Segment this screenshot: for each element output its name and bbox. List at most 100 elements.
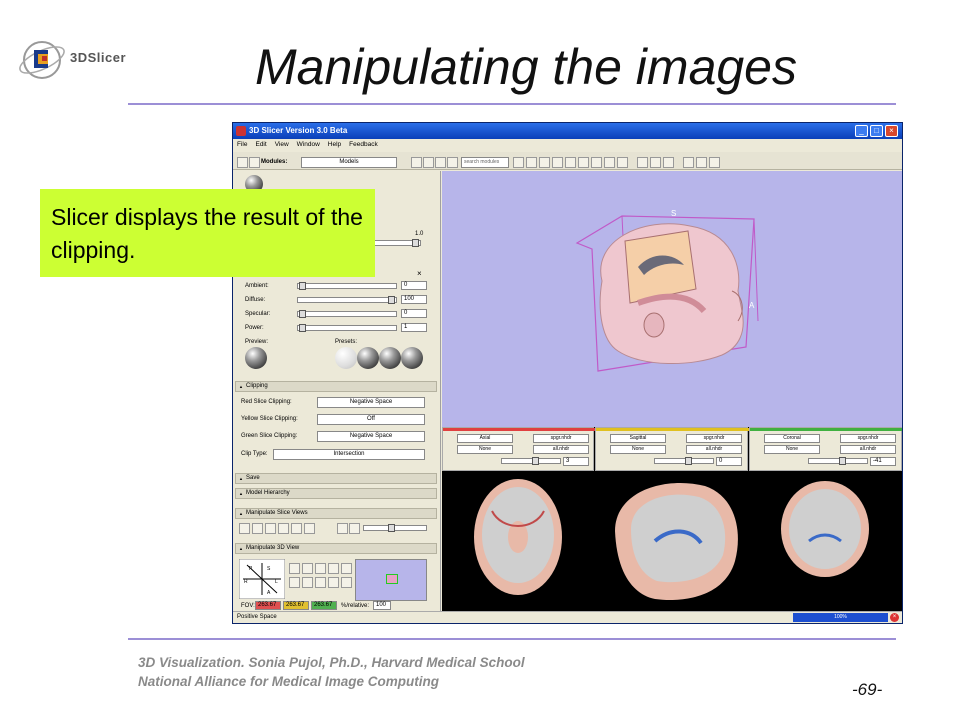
forward-arrow-icon[interactable] xyxy=(423,157,434,168)
save-section-header[interactable]: Save xyxy=(235,473,437,484)
coronal-offset-slider[interactable] xyxy=(808,457,868,465)
3d-tool-icon-6[interactable] xyxy=(289,577,300,588)
model-hierarchy-section-header[interactable]: Model Hierarchy xyxy=(235,488,437,499)
preset-sphere-3[interactable] xyxy=(379,347,401,369)
power-slider[interactable] xyxy=(297,324,397,332)
3d-tool-icon-9[interactable] xyxy=(328,577,339,588)
preset-sphere-2[interactable] xyxy=(357,347,379,369)
slice-view-tool-icon-1[interactable] xyxy=(239,523,250,534)
preset-sphere-4[interactable] xyxy=(401,347,423,369)
coronal-orientation-select[interactable]: Coronal xyxy=(764,434,820,443)
fov-value-1[interactable]: 263.67 xyxy=(255,601,281,610)
sagittal-offset-value[interactable]: 0 xyxy=(716,457,742,466)
view-orientation-widget-icon[interactable]: P S R L A xyxy=(239,559,285,599)
modules-select[interactable]: Models xyxy=(301,157,397,168)
menu-file[interactable]: File xyxy=(237,141,247,151)
search-icon[interactable] xyxy=(513,157,524,168)
home-icon[interactable] xyxy=(237,157,248,168)
specular-slider-knob[interactable] xyxy=(299,310,306,318)
menu-help[interactable]: Help xyxy=(328,141,341,151)
manipulate-3d-view-header[interactable]: Manipulate 3D View xyxy=(235,543,437,554)
3d-tool-icon-1[interactable] xyxy=(289,563,300,574)
stop-icon[interactable]: × xyxy=(890,613,899,622)
menu-window[interactable]: Window xyxy=(297,141,320,151)
menu-edit[interactable]: Edit xyxy=(255,141,266,151)
axial-offset-value[interactable]: 3 xyxy=(563,457,589,466)
axial-orientation-select[interactable]: Axial xyxy=(457,434,513,443)
ambient-slider-knob[interactable] xyxy=(299,282,306,290)
refresh-icon[interactable] xyxy=(447,157,458,168)
specular-slider[interactable] xyxy=(297,310,397,318)
power-value[interactable]: 1 xyxy=(401,323,427,332)
mouse-mode-icon[interactable] xyxy=(683,157,694,168)
measure-icon[interactable] xyxy=(617,157,628,168)
relative-value[interactable]: 100 xyxy=(373,601,391,610)
diffuse-slider-knob[interactable] xyxy=(388,296,395,304)
maximize-button[interactable]: □ xyxy=(870,125,883,137)
specular-value[interactable]: 0 xyxy=(401,309,427,318)
sagittal-label-none-select[interactable]: None xyxy=(610,445,666,454)
coronal-volume-select[interactable]: spgr.nhdr xyxy=(840,434,896,443)
slice-link-icon[interactable] xyxy=(337,523,348,534)
slice-view-tool-icon-5[interactable] xyxy=(291,523,302,534)
back-arrow-icon[interactable] xyxy=(411,157,422,168)
axial-offset-slider[interactable] xyxy=(501,457,561,465)
axial-volume-select[interactable]: spgr.nhdr xyxy=(533,434,589,443)
colors-icon[interactable] xyxy=(591,157,602,168)
layout-icon[interactable] xyxy=(637,157,648,168)
search-modules-input[interactable]: search modules xyxy=(461,157,509,168)
slice-view-tool-icon-3[interactable] xyxy=(265,523,276,534)
coronal-label-none-select[interactable]: None xyxy=(764,445,820,454)
slice-fit-icon[interactable] xyxy=(349,523,360,534)
slice-view-tool-icon-6[interactable] xyxy=(304,523,315,534)
coronal-offset-value[interactable]: -41 xyxy=(870,457,896,466)
close-button[interactable]: × xyxy=(885,125,898,137)
opacity-slider-knob[interactable] xyxy=(412,239,419,247)
sagittal-orientation-select[interactable]: Sagittal xyxy=(610,434,666,443)
slice-view-tool-icon-4[interactable] xyxy=(278,523,289,534)
3d-view-thumbnail[interactable] xyxy=(355,559,427,601)
3d-tool-icon-3[interactable] xyxy=(315,563,326,574)
sagittal-offset-slider[interactable] xyxy=(654,457,714,465)
coronal-label-volume-select[interactable]: all.nhdr xyxy=(840,445,896,454)
clip-type-select[interactable]: Intersection xyxy=(273,449,425,460)
green-clipping-select[interactable]: Negative Space xyxy=(317,431,425,442)
axial-offset-knob[interactable] xyxy=(532,457,539,465)
3d-tool-icon-5[interactable] xyxy=(341,563,352,574)
ambient-value[interactable]: 0 xyxy=(401,281,427,290)
fiducials-icon[interactable] xyxy=(552,157,563,168)
manipulate-slice-views-header[interactable]: Manipulate Slice Views xyxy=(235,508,437,519)
menu-view[interactable]: View xyxy=(275,141,289,151)
power-slider-knob[interactable] xyxy=(299,324,306,332)
slice-opacity-slider[interactable] xyxy=(363,524,427,532)
diffuse-slider[interactable] xyxy=(297,296,397,304)
history-icon[interactable] xyxy=(435,157,446,168)
menu-feedback[interactable]: Feedback xyxy=(349,141,378,151)
3d-tool-icon-2[interactable] xyxy=(302,563,313,574)
3d-tool-icon-7[interactable] xyxy=(302,577,313,588)
redo-icon[interactable] xyxy=(663,157,674,168)
3d-viewer[interactable]: S A xyxy=(442,171,902,427)
diffuse-value[interactable]: 100 xyxy=(401,295,427,304)
sagittal-offset-knob[interactable] xyxy=(685,457,692,465)
yellow-clipping-select[interactable]: Off xyxy=(317,414,425,425)
close-section-icon[interactable]: × xyxy=(417,269,422,278)
coronal-offset-knob[interactable] xyxy=(839,457,846,465)
fov-value-2[interactable]: 263.67 xyxy=(283,601,309,610)
undo-icon[interactable] xyxy=(650,157,661,168)
window-titlebar[interactable]: 3D Slicer Version 3.0 Beta xyxy=(233,123,902,139)
minimize-button[interactable]: _ xyxy=(855,125,868,137)
module-icon[interactable] xyxy=(249,157,260,168)
3d-tool-icon-4[interactable] xyxy=(328,563,339,574)
slice-view-tool-icon-2[interactable] xyxy=(252,523,263,534)
axial-slice-view[interactable] xyxy=(442,471,594,611)
preset-sphere-1[interactable] xyxy=(335,347,357,369)
volumes-icon[interactable] xyxy=(526,157,537,168)
data-icon[interactable] xyxy=(578,157,589,168)
3d-tool-icon-8[interactable] xyxy=(315,577,326,588)
3d-tool-icon-10[interactable] xyxy=(341,577,352,588)
pick-icon[interactable] xyxy=(696,157,707,168)
axial-label-volume-select[interactable]: all.nhdr xyxy=(533,445,589,454)
transforms-icon[interactable] xyxy=(604,157,615,168)
sagittal-slice-view[interactable] xyxy=(595,471,748,611)
